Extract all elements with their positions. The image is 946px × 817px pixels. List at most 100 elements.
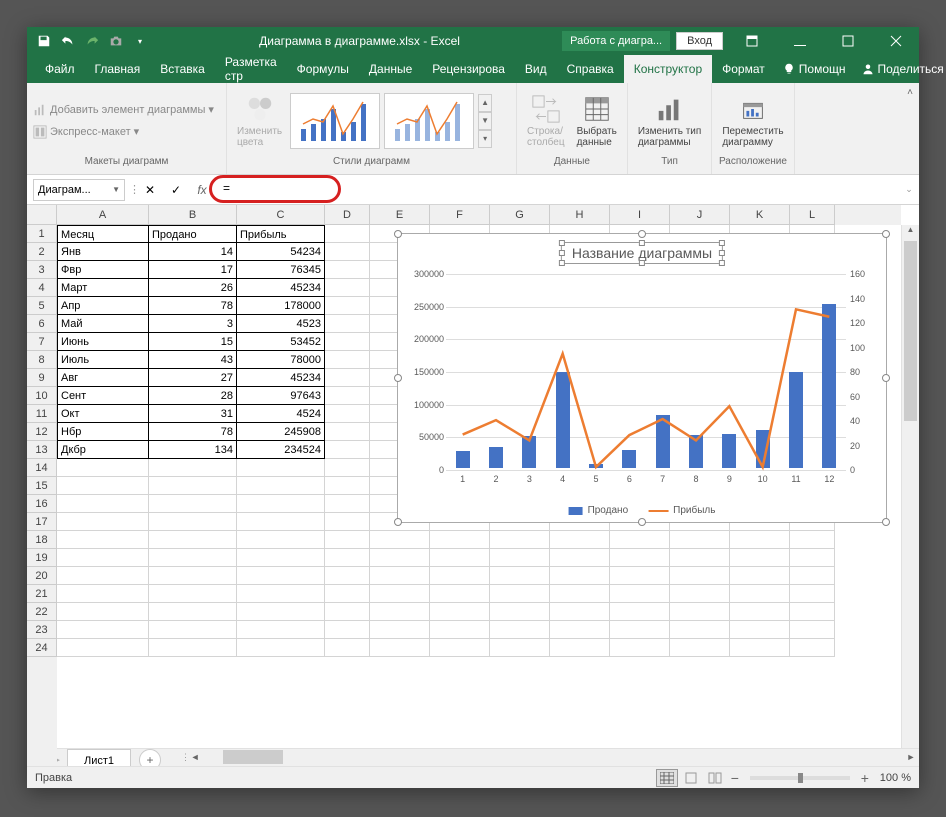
chart-line[interactable] — [446, 274, 846, 470]
cell[interactable] — [149, 639, 237, 657]
tab-format[interactable]: Формат — [712, 55, 775, 83]
redo-icon[interactable] — [83, 32, 101, 50]
normal-view-button[interactable] — [656, 769, 678, 787]
cell[interactable] — [149, 585, 237, 603]
sheet-tab[interactable]: Лист1 — [67, 749, 131, 766]
row-header[interactable]: 1 — [27, 225, 57, 243]
cell[interactable] — [149, 459, 237, 477]
cells-area[interactable]: МесяцПроданоПрибыльЯнв1454234Фвр1776345М… — [57, 225, 901, 748]
cell[interactable] — [325, 369, 370, 387]
row-header[interactable]: 7 — [27, 333, 57, 351]
cell[interactable] — [237, 459, 325, 477]
cell[interactable] — [490, 621, 550, 639]
column-header[interactable]: G — [490, 205, 550, 225]
cell[interactable] — [237, 495, 325, 513]
cell[interactable]: 234524 — [237, 441, 325, 459]
style-down-arrow[interactable]: ▼ — [478, 112, 492, 130]
row-header[interactable]: 9 — [27, 369, 57, 387]
cell[interactable] — [430, 549, 490, 567]
cell[interactable]: Май — [57, 315, 149, 333]
cell[interactable] — [325, 423, 370, 441]
cell[interactable]: 134 — [149, 441, 237, 459]
tab-file[interactable]: Файл — [35, 55, 85, 83]
tab-home[interactable]: Главная — [85, 55, 151, 83]
cell[interactable]: 26 — [149, 279, 237, 297]
cell[interactable] — [325, 405, 370, 423]
column-header[interactable]: D — [325, 205, 370, 225]
ribbon-display-button[interactable] — [729, 27, 775, 55]
cell[interactable] — [325, 225, 370, 243]
cell[interactable]: Янв — [57, 243, 149, 261]
page-layout-view-button[interactable] — [680, 769, 702, 787]
cell[interactable]: Авг — [57, 369, 149, 387]
row-header[interactable]: 18 — [27, 531, 57, 549]
expand-formula-bar-icon[interactable]: ⌄ — [899, 184, 919, 195]
cell[interactable] — [670, 621, 730, 639]
row-header[interactable]: 3 — [27, 261, 57, 279]
cell[interactable] — [57, 567, 149, 585]
cell[interactable] — [237, 549, 325, 567]
cell[interactable] — [57, 639, 149, 657]
cell[interactable]: Окт — [57, 405, 149, 423]
cell[interactable] — [490, 585, 550, 603]
cell[interactable]: Сент — [57, 387, 149, 405]
cell[interactable]: 78000 — [237, 351, 325, 369]
row-header[interactable]: 19 — [27, 549, 57, 567]
cell[interactable] — [325, 459, 370, 477]
cell[interactable]: 178000 — [237, 297, 325, 315]
cell[interactable] — [149, 567, 237, 585]
cell[interactable] — [237, 513, 325, 531]
cell[interactable] — [670, 639, 730, 657]
cell[interactable]: 17 — [149, 261, 237, 279]
cell[interactable] — [325, 261, 370, 279]
cell[interactable] — [730, 621, 790, 639]
close-button[interactable] — [873, 27, 919, 55]
tab-view[interactable]: Вид — [515, 55, 557, 83]
cell[interactable] — [325, 567, 370, 585]
cell[interactable] — [490, 549, 550, 567]
cell[interactable] — [610, 567, 670, 585]
cell[interactable] — [325, 513, 370, 531]
cell[interactable]: Фвр — [57, 261, 149, 279]
column-header[interactable]: B — [149, 205, 237, 225]
cell[interactable] — [370, 639, 430, 657]
collapse-ribbon-icon[interactable]: ˄ — [907, 87, 913, 98]
cell[interactable] — [790, 585, 835, 603]
scroll-right-arrow[interactable]: ► — [903, 749, 919, 765]
row-header[interactable]: 11 — [27, 405, 57, 423]
cell[interactable] — [670, 549, 730, 567]
cell[interactable] — [57, 549, 149, 567]
cell[interactable] — [57, 603, 149, 621]
cell[interactable]: 27 — [149, 369, 237, 387]
cell[interactable]: 97643 — [237, 387, 325, 405]
cell[interactable] — [325, 297, 370, 315]
resize-handle[interactable] — [882, 230, 890, 238]
cancel-button[interactable]: ✕ — [139, 180, 161, 200]
column-header[interactable]: C — [237, 205, 325, 225]
cell[interactable] — [610, 621, 670, 639]
cell[interactable] — [670, 603, 730, 621]
cell[interactable] — [370, 567, 430, 585]
cell[interactable] — [370, 531, 430, 549]
cell[interactable] — [325, 495, 370, 513]
cell[interactable]: Июль — [57, 351, 149, 369]
zoom-level[interactable]: 100 % — [880, 772, 911, 784]
chart-plot-area[interactable] — [446, 274, 846, 468]
cell[interactable] — [325, 549, 370, 567]
cell[interactable] — [550, 531, 610, 549]
chart-object[interactable]: Название диаграммы Продано Прибыль 05000… — [397, 233, 887, 523]
add-sheet-button[interactable]: + — [139, 749, 161, 766]
cell[interactable]: Март — [57, 279, 149, 297]
horizontal-scroll-thumb[interactable] — [223, 750, 283, 764]
cell[interactable] — [149, 621, 237, 639]
cell[interactable]: 3 — [149, 315, 237, 333]
resize-handle[interactable] — [638, 230, 646, 238]
move-chart-button[interactable]: Переместить диаграмму — [718, 94, 787, 148]
cell[interactable]: 43 — [149, 351, 237, 369]
cell[interactable] — [550, 639, 610, 657]
cell[interactable] — [610, 639, 670, 657]
cell[interactable] — [149, 513, 237, 531]
cell[interactable] — [237, 531, 325, 549]
row-header[interactable]: 14 — [27, 459, 57, 477]
cell[interactable] — [730, 531, 790, 549]
